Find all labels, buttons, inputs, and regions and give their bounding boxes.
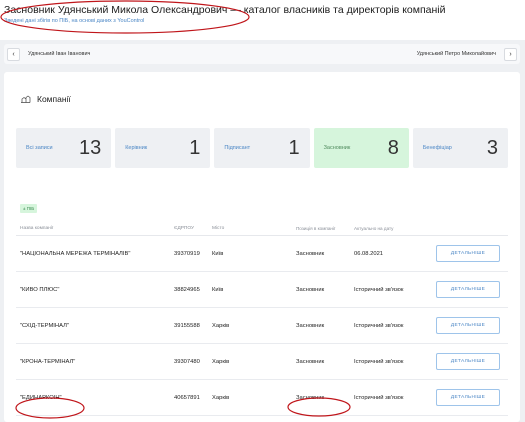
stat-label: Засновник bbox=[323, 145, 351, 151]
cell-date: Історичний зв'язок bbox=[354, 394, 404, 401]
cell-name: "НАЦІОНАЛЬНА МЕРЕЖА ТЕРМІНАЛІВ" bbox=[20, 250, 131, 257]
cell-name: "КРОНА-ТЕРМІНАЛ" bbox=[20, 358, 76, 365]
details-button[interactable]: ДЕТАЛЬНІШЕ bbox=[436, 317, 500, 334]
person-navigation: ‹ Удянський Іван Іванович Удянський Петр… bbox=[4, 44, 520, 64]
cell-action: ДЕТАЛЬНІШЕ bbox=[424, 389, 508, 406]
details-button[interactable]: ДЕТАЛЬНІШЕ bbox=[436, 281, 500, 298]
cell-position: Засновник bbox=[296, 358, 325, 365]
stat-card[interactable]: Засновник 8 bbox=[313, 128, 409, 168]
next-person-label[interactable]: Удянський Петро Миколайович bbox=[417, 51, 496, 57]
cell-date: Історичний зв'язок bbox=[354, 322, 404, 329]
stat-value: 13 bbox=[78, 136, 102, 159]
cell-date: Історичний зв'язок bbox=[354, 358, 404, 365]
stat-label: Всі записи bbox=[26, 145, 53, 151]
stat-value: 8 bbox=[387, 136, 399, 159]
table-row: "КИВО ПЛЮС" 38824965 Київ Засновник Історичн… bbox=[16, 272, 508, 308]
details-button[interactable]: ДЕТАЛЬНІШЕ bbox=[436, 245, 500, 262]
column-header: Позиція в компанії bbox=[296, 226, 336, 231]
cell-code: 40657891 bbox=[174, 394, 200, 401]
stat-label: Підписант bbox=[224, 145, 251, 151]
stat-card[interactable]: Підписант 1 bbox=[214, 128, 310, 168]
cell-action: ДЕТАЛЬНІШЕ bbox=[424, 281, 508, 298]
column-header: Місто bbox=[212, 226, 225, 231]
cell-city: Харків bbox=[212, 322, 230, 329]
filter-chip[interactable]: ± ПІБ bbox=[20, 204, 38, 213]
cell-code: 39155588 bbox=[174, 322, 200, 329]
page-title: Засновник Удянський Микола Олександрович… bbox=[4, 4, 446, 16]
companies-table: Назва компанії ЄДРПОУ Місто Позиція в компа… bbox=[16, 222, 508, 416]
stat-card[interactable]: Всі записи 13 bbox=[16, 128, 112, 168]
column-header: Актуально на дату bbox=[354, 226, 394, 231]
stat-value: 3 bbox=[486, 136, 499, 159]
stat-card[interactable]: Керівник 1 bbox=[115, 128, 211, 168]
column-header: ЄДРПОУ bbox=[174, 226, 195, 231]
cell-position: Засновник bbox=[296, 394, 325, 401]
cell-city: Київ bbox=[212, 250, 224, 257]
next-person-link[interactable]: Удянський Петро Миколайович › bbox=[417, 47, 517, 61]
cell-date: 06.08.2021 bbox=[354, 250, 384, 257]
cell-city: Харків bbox=[212, 358, 230, 365]
cell-code: 39370919 bbox=[174, 250, 200, 257]
stat-label: Бенефіціар bbox=[422, 145, 452, 151]
cell-date: Історичний зв'язок bbox=[354, 286, 404, 293]
stat-card[interactable]: Бенефіціар 3 bbox=[412, 128, 509, 168]
cell-city: Київ bbox=[212, 286, 224, 293]
cell-city: Харків bbox=[212, 394, 230, 401]
cell-code: 39307480 bbox=[174, 358, 200, 365]
stats-row: Всі записи 13 Керівник 1 Підписант 1 Засновник… bbox=[16, 128, 509, 168]
companies-title: Компанії bbox=[37, 94, 71, 104]
cell-code: 38824965 bbox=[174, 286, 200, 293]
prev-person-label[interactable]: Удянський Іван Іванович bbox=[28, 51, 90, 57]
table-row: "ЕДИНАРКОІН" 40657891 Харків Засновник Істор… bbox=[16, 380, 508, 416]
page-header: Засновник Удянський Микола Олександрович… bbox=[0, 0, 525, 40]
cell-position: Засновник bbox=[296, 322, 325, 329]
cell-position: Засновник bbox=[296, 250, 325, 257]
chevron-left-icon[interactable]: ‹ bbox=[7, 47, 20, 61]
table-row: "НАЦІОНАЛЬНА МЕРЕЖА ТЕРМІНАЛІВ" 39370919 К… bbox=[16, 236, 508, 272]
stat-value: 1 bbox=[189, 136, 201, 159]
details-button[interactable]: ДЕТАЛЬНІШЕ bbox=[436, 353, 500, 370]
cell-name: "СХІД-ТЕРМІНАЛ" bbox=[20, 322, 69, 329]
chevron-right-icon[interactable]: › bbox=[504, 47, 517, 61]
prev-person-link[interactable]: ‹ Удянський Іван Іванович bbox=[7, 47, 90, 61]
column-header: Назва компанії bbox=[20, 226, 54, 231]
table-row: "КРОНА-ТЕРМІНАЛ" 39307480 Харків Засновник І… bbox=[16, 344, 508, 380]
details-button[interactable]: ДЕТАЛЬНІШЕ bbox=[436, 389, 500, 406]
cell-name: "ЕДИНАРКОІН" bbox=[20, 394, 62, 401]
page-subtitle: Зведені дані збігів по ПІБ, на основі да… bbox=[4, 18, 145, 24]
cell-name: "КИВО ПЛЮС" bbox=[20, 286, 60, 293]
stat-label: Керівник bbox=[125, 145, 148, 151]
cell-action: ДЕТАЛЬНІШЕ bbox=[424, 353, 508, 370]
stat-value: 1 bbox=[288, 136, 300, 159]
table-row: "СХІД-ТЕРМІНАЛ" 39155588 Харків Засновник Іс… bbox=[16, 308, 508, 344]
table-body: "НАЦІОНАЛЬНА МЕРЕЖА ТЕРМІНАЛІВ" 39370919 К… bbox=[16, 236, 508, 416]
companies-panel: Компанії Всі записи 13 Керівник 1 Підписант 1… bbox=[4, 72, 520, 422]
companies-heading: Компанії bbox=[20, 94, 71, 104]
cell-action: ДЕТАЛЬНІШЕ bbox=[424, 317, 508, 334]
companies-icon bbox=[21, 95, 31, 103]
cell-action: ДЕТАЛЬНІШЕ bbox=[424, 245, 508, 262]
cell-position: Засновник bbox=[296, 286, 325, 293]
table-header: Назва компанії ЄДРПОУ Місто Позиція в компа… bbox=[16, 222, 508, 236]
